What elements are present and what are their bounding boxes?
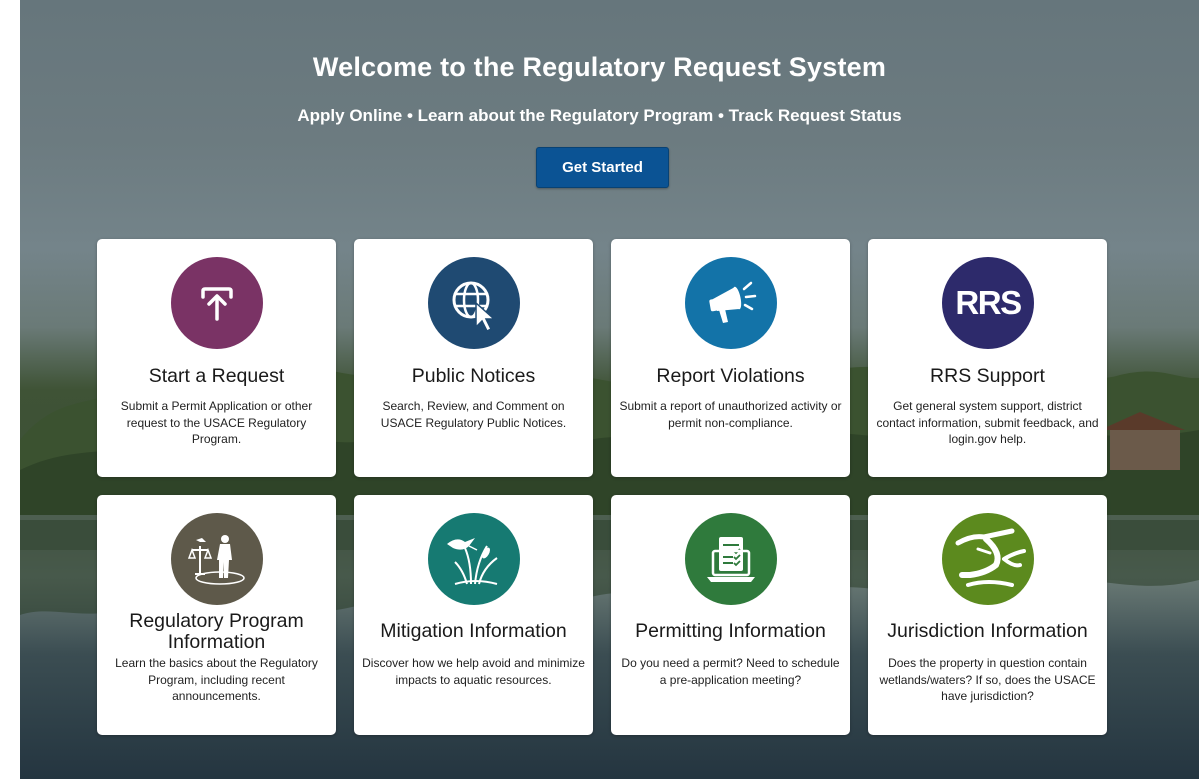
card-description: Does the property in question contain we… xyxy=(879,656,1096,703)
river-icon xyxy=(942,513,1034,605)
card-public-notices[interactable]: Public Notices Search, Review, and Comme… xyxy=(354,239,593,477)
bird-reeds-icon xyxy=(428,513,520,605)
card-description: Get general system support, district con… xyxy=(876,399,1099,446)
card-rrs-support[interactable]: RRS RRS Support Get general system suppo… xyxy=(868,239,1107,477)
card-title: Permitting Information xyxy=(635,620,826,642)
card-title: Report Violations xyxy=(656,365,805,387)
card-description: Do you need a permit? Need to schedule a… xyxy=(621,656,840,687)
card-description: Discover how we help avoid and minimize … xyxy=(362,656,585,687)
globe-cursor-icon xyxy=(428,257,520,349)
card-title: Public Notices xyxy=(411,365,536,387)
page-subtitle: Apply Online • Learn about the Regulator… xyxy=(297,106,902,125)
card-title: Mitigation Information xyxy=(380,620,567,642)
rrs-logo-icon: RRS xyxy=(942,257,1034,349)
card-description: Submit a Permit Application or other req… xyxy=(120,399,313,446)
card-title: Jurisdiction Information xyxy=(887,620,1088,642)
laptop-checklist-icon xyxy=(685,513,777,605)
scales-person-icon xyxy=(171,513,263,605)
card-description: Learn the basics about the Regulatory Pr… xyxy=(115,656,318,703)
hero-banner: Welcome to the Regulatory Request System… xyxy=(0,0,1199,779)
card-start-a-request[interactable]: Start a Request Submit a Permit Applicat… xyxy=(97,239,336,477)
megaphone-icon xyxy=(685,257,777,349)
card-permitting-information[interactable]: Permitting Information Do you need a per… xyxy=(611,495,850,735)
card-mitigation-information[interactable]: Mitigation Information Discover how we h… xyxy=(354,495,593,735)
card-regulatory-program-information[interactable]: Regulatory Program Information Learn the… xyxy=(97,495,336,735)
card-title: Start a Request xyxy=(148,365,285,387)
card-title: Regulatory Program Information xyxy=(129,610,304,653)
card-title: RRS Support xyxy=(930,365,1045,387)
get-started-button[interactable]: Get Started xyxy=(536,147,669,188)
rrs-logo-text: RRS xyxy=(955,284,1022,321)
card-jurisdiction-information[interactable]: Jurisdiction Information Does the proper… xyxy=(868,495,1107,735)
card-report-violations[interactable]: Report Violations Submit a report of una… xyxy=(611,239,850,477)
card-description: Submit a report of unauthorized activity… xyxy=(619,399,842,430)
card-description: Search, Review, and Comment on USACE Reg… xyxy=(380,399,567,430)
upload-icon xyxy=(171,257,263,349)
page-title: Welcome to the Regulatory Request System xyxy=(312,52,887,82)
